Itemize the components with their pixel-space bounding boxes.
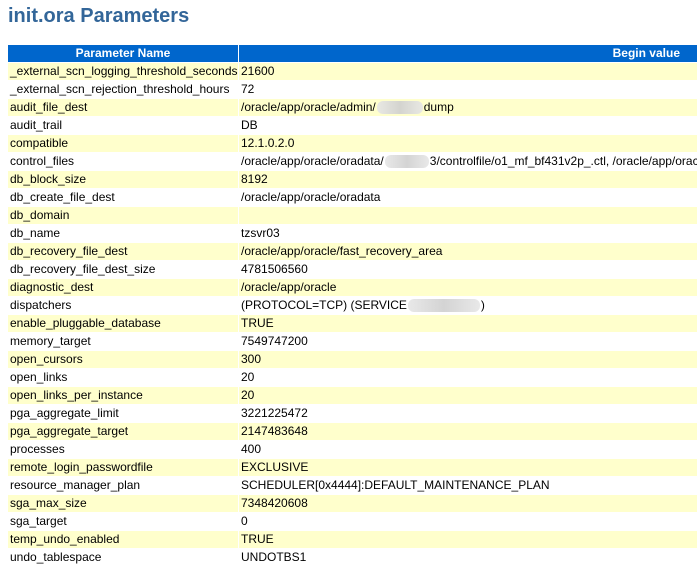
- begin-value-cell: 4781506560: [239, 261, 697, 278]
- begin-value-cell: 20: [239, 369, 697, 386]
- parameter-name-cell: remote_login_passwordfile: [8, 459, 238, 476]
- table-row: open_links 20: [8, 369, 697, 386]
- parameter-name-cell: dispatchers: [8, 297, 238, 314]
- begin-value-cell: 20: [239, 387, 697, 404]
- begin-value-cell: 0: [239, 513, 697, 530]
- parameter-name-cell: open_links: [8, 369, 238, 386]
- begin-value-cell: /oracle/app/oracle/fast_recovery_area: [239, 243, 697, 260]
- table-row: audit_trail DB: [8, 117, 697, 134]
- value-text: dump: [423, 100, 454, 114]
- begin-value-cell: 12.1.0.2.0: [239, 135, 697, 152]
- init-ora-parameters-table: Parameter Name Begin value _external_scn…: [7, 44, 697, 567]
- table-row: pga_aggregate_target 2147483648: [8, 423, 697, 440]
- table-row: db_recovery_file_dest /oracle/app/oracle…: [8, 243, 697, 260]
- table-row: open_links_per_instance 20: [8, 387, 697, 404]
- table-row: db_create_file_dest /oracle/app/oracle/o…: [8, 189, 697, 206]
- redacted-blur: [376, 101, 423, 115]
- begin-value-cell: 7549747200: [239, 333, 697, 350]
- begin-value-cell: 3221225472: [239, 405, 697, 422]
- table-row: diagnostic_dest /oracle/app/oracle: [8, 279, 697, 296]
- begin-value-cell: [239, 207, 697, 224]
- table-row: pga_aggregate_limit 3221225472: [8, 405, 697, 422]
- table-row: audit_file_dest /oracle/app/oracle/admin…: [8, 99, 697, 116]
- value-text: (PROTOCOL=TCP) (SERVICE: [241, 298, 407, 312]
- begin-value-cell: TRUE: [239, 315, 697, 332]
- table-row: undo_tablespace UNDOTBS1: [8, 549, 697, 566]
- parameter-name-cell: sga_max_size: [8, 495, 238, 512]
- parameter-name-cell: open_links_per_instance: [8, 387, 238, 404]
- parameter-name-cell: db_block_size: [8, 171, 238, 188]
- table-row: memory_target 7549747200: [8, 333, 697, 350]
- redacted-blur: [407, 299, 480, 313]
- page-title: init.ora Parameters: [8, 5, 190, 27]
- parameter-name-cell: _external_scn_rejection_threshold_hours: [8, 81, 238, 98]
- parameter-name-cell: audit_file_dest: [8, 99, 238, 116]
- value-text: ): [480, 298, 485, 312]
- parameter-name-cell: db_recovery_file_dest: [8, 243, 238, 260]
- begin-value-cell: TRUE: [239, 531, 697, 548]
- begin-value-cell: 7348420608: [239, 495, 697, 512]
- parameter-name-cell: control_files: [8, 153, 238, 170]
- table-row: dispatchers (PROTOCOL=TCP) (SERVICE): [8, 297, 697, 314]
- table-row: db_name tzsvr03: [8, 225, 697, 242]
- begin-value-cell: 21600: [239, 63, 697, 80]
- table-row: sga_max_size 7348420608: [8, 495, 697, 512]
- parameter-name-cell: processes: [8, 441, 238, 458]
- table-row: resource_manager_plan SCHEDULER[0x4444]:…: [8, 477, 697, 494]
- parameter-name-cell: diagnostic_dest: [8, 279, 238, 296]
- parameter-name-cell: open_cursors: [8, 351, 238, 368]
- table-row: db_recovery_file_dest_size 4781506560: [8, 261, 697, 278]
- begin-value-cell: 400: [239, 441, 697, 458]
- begin-value-cell: 8192: [239, 171, 697, 188]
- begin-value-cell: SCHEDULER[0x4444]:DEFAULT_MAINTENANCE_PL…: [239, 477, 697, 494]
- begin-value-cell: DB: [239, 117, 697, 134]
- value-text: 3/controlfile/o1_mf_bf431v2p_.ctl, /orac…: [429, 154, 697, 168]
- parameter-name-cell: _external_scn_logging_threshold_seconds: [8, 63, 238, 80]
- table-row: temp_undo_enabled TRUE: [8, 531, 697, 548]
- begin-value-cell: 300: [239, 351, 697, 368]
- parameter-name-cell: compatible: [8, 135, 238, 152]
- parameter-name-cell: audit_trail: [8, 117, 238, 134]
- parameter-name-cell: sga_target: [8, 513, 238, 530]
- value-text: /oracle/app/oracle/admin/: [241, 100, 376, 114]
- begin-value-cell: 72: [239, 81, 697, 98]
- table-row: _external_scn_rejection_threshold_hours …: [8, 81, 697, 98]
- parameter-name-cell: db_recovery_file_dest_size: [8, 261, 238, 278]
- begin-value-cell: /oracle/app/oracle/oradata/3/controlfile…: [239, 153, 697, 170]
- begin-value-header[interactable]: Begin value: [239, 45, 697, 62]
- redacted-blur: [384, 155, 429, 169]
- begin-value-cell: /oracle/app/oracle/admin/dump: [239, 99, 697, 116]
- parameter-name-cell: db_name: [8, 225, 238, 242]
- begin-value-cell: (PROTOCOL=TCP) (SERVICE): [239, 297, 697, 314]
- parameter-name-cell: temp_undo_enabled: [8, 531, 238, 548]
- table-header-row: Parameter Name Begin value: [8, 45, 697, 62]
- parameter-name-cell: pga_aggregate_limit: [8, 405, 238, 422]
- table-row: sga_target 0: [8, 513, 697, 530]
- parameter-name-cell: pga_aggregate_target: [8, 423, 238, 440]
- begin-value-cell: EXCLUSIVE: [239, 459, 697, 476]
- table-row: compatible 12.1.0.2.0: [8, 135, 697, 152]
- parameter-name-cell: db_domain: [8, 207, 238, 224]
- table-row: db_domain: [8, 207, 697, 224]
- parameter-name-cell: enable_pluggable_database: [8, 315, 238, 332]
- parameter-name-cell: db_create_file_dest: [8, 189, 238, 206]
- begin-value-cell: /oracle/app/oracle/oradata: [239, 189, 697, 206]
- begin-value-cell: UNDOTBS1: [239, 549, 697, 566]
- table-row: _external_scn_logging_threshold_seconds …: [8, 63, 697, 80]
- parameter-name-cell: resource_manager_plan: [8, 477, 238, 494]
- table-row: enable_pluggable_database TRUE: [8, 315, 697, 332]
- table-row: db_block_size 8192: [8, 171, 697, 188]
- begin-value-cell: 2147483648: [239, 423, 697, 440]
- table-row: remote_login_passwordfile EXCLUSIVE: [8, 459, 697, 476]
- table-row: control_files /oracle/app/oracle/oradata…: [8, 153, 697, 170]
- parameter-name-cell: memory_target: [8, 333, 238, 350]
- parameter-name-header[interactable]: Parameter Name: [8, 45, 238, 62]
- begin-value-cell: tzsvr03: [239, 225, 697, 242]
- table-row: processes 400: [8, 441, 697, 458]
- begin-value-cell: /oracle/app/oracle: [239, 279, 697, 296]
- table-row: open_cursors 300: [8, 351, 697, 368]
- value-text: /oracle/app/oracle/oradata/: [241, 154, 384, 168]
- parameter-name-cell: undo_tablespace: [8, 549, 238, 566]
